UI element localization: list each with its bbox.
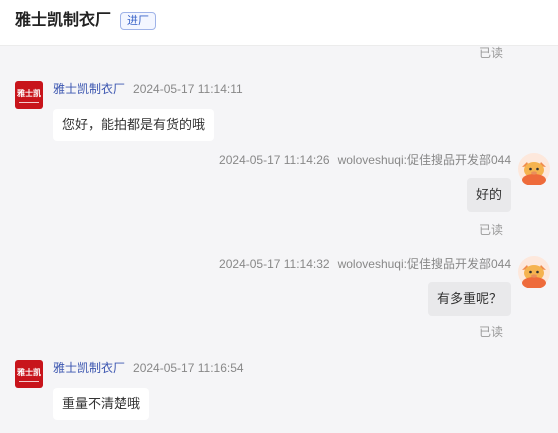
message-bubble[interactable]: 好的 [466, 178, 511, 212]
message-bubble[interactable]: 您好，能拍都是有货的哦 [53, 109, 215, 141]
read-status: 已读 [478, 46, 503, 60]
user-avatar-icon[interactable] [518, 256, 550, 288]
message-meta: 雅士凯制衣厂 2024-05-17 11:16:54 [53, 361, 244, 375]
message-meta: 2024-05-17 11:14:26 woloveshuqi:促佳搜品开发部04… [219, 153, 511, 167]
message-meta: 雅士凯制衣厂 2024-05-17 11:14:11 [53, 82, 243, 96]
shop-avatar-underline [19, 381, 39, 382]
read-status: 已读 [478, 325, 503, 339]
message-time: 2024-05-17 11:14:26 [219, 153, 330, 167]
sender-name: woloveshuqi:促佳搜品开发部044 [337, 257, 511, 271]
shop-avatar-logo: 雅士凯 [17, 89, 41, 98]
user-avatar-icon[interactable] [518, 153, 550, 185]
chat-header: 雅士凯制衣厂 进厂 [0, 0, 558, 46]
message-time: 2024-05-17 11:16:54 [133, 361, 244, 375]
shop-avatar-logo: 雅士凯 [17, 368, 41, 377]
chat-title: 雅士凯制衣厂 [15, 12, 112, 29]
message-bubble[interactable]: 有多重呢？ [427, 282, 511, 316]
shop-avatar-underline [19, 102, 39, 103]
read-status: 已读 [478, 223, 503, 237]
sender-name: woloveshuqi:促佳搜品开发部044 [337, 153, 511, 167]
message-bubble[interactable]: 重量不清楚哦 [53, 388, 150, 420]
shop-avatar[interactable]: 雅士凯 [15, 360, 43, 388]
sender-name[interactable]: 雅士凯制衣厂 [53, 361, 125, 375]
message-time: 2024-05-17 11:14:11 [133, 82, 243, 96]
message-meta: 2024-05-17 11:14:32 woloveshuqi:促佳搜品开发部04… [219, 257, 511, 271]
message-time: 2024-05-17 11:14:32 [219, 257, 330, 271]
shop-avatar[interactable]: 雅士凯 [15, 81, 43, 109]
sender-name[interactable]: 雅士凯制衣厂 [53, 82, 125, 96]
shop-type-tag[interactable]: 进厂 [120, 12, 156, 30]
